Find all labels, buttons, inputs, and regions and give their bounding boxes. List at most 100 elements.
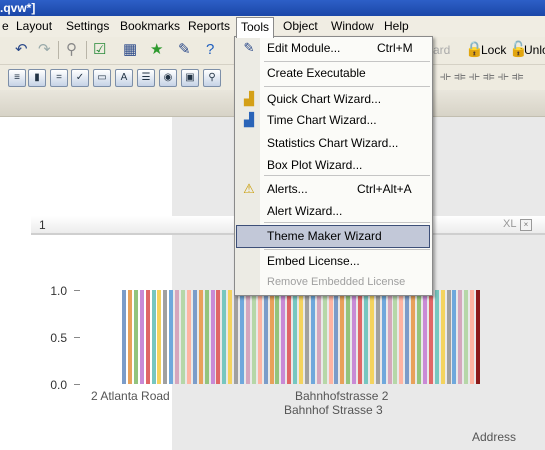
y-tick-label: 1.0 xyxy=(50,284,67,298)
chart-bar[interactable] xyxy=(257,290,262,384)
chart-bar[interactable] xyxy=(452,290,457,384)
menu-separator xyxy=(264,86,430,87)
x-tick-label: Bahnhof Strasse 3 xyxy=(284,403,383,417)
menu-separator xyxy=(264,175,430,176)
chart-bar[interactable] xyxy=(287,290,292,384)
menu-item-remove-embedded-license: Remove Embedded License xyxy=(236,273,431,294)
menu-separator xyxy=(264,222,430,223)
chart-bar[interactable] xyxy=(470,290,475,384)
chart-bar[interactable] xyxy=(198,290,203,384)
chart-bar[interactable] xyxy=(157,290,162,384)
menu-item-create-executable[interactable]: Create Executable xyxy=(236,63,431,84)
chart-bar[interactable] xyxy=(352,290,357,384)
chart-bar[interactable] xyxy=(334,290,339,384)
menu-item-shortcut: Ctrl+M xyxy=(377,41,413,55)
chart-bar[interactable] xyxy=(127,290,132,384)
chart-bar[interactable] xyxy=(375,290,380,384)
y-tick-label: 0.0 xyxy=(50,378,67,392)
chart-bar[interactable] xyxy=(281,290,286,384)
chart-bar[interactable] xyxy=(328,290,333,384)
chart-bar[interactable] xyxy=(216,290,221,384)
chart-bar[interactable] xyxy=(251,290,256,384)
chart-bar[interactable] xyxy=(434,290,439,384)
menu-item-label: Create Executable xyxy=(267,66,366,80)
menu-item-label: Quick Chart Wizard... xyxy=(267,92,382,106)
chart-bar[interactable] xyxy=(204,290,209,384)
chart-bar[interactable] xyxy=(417,290,421,384)
menu-separator xyxy=(264,249,430,250)
quick-chart-icon: ▟ xyxy=(244,91,254,106)
chart-bar[interactable] xyxy=(275,290,280,384)
chart-bar[interactable] xyxy=(263,290,268,384)
chart-bar[interactable] xyxy=(405,290,410,384)
y-tick-label: 0.5 xyxy=(50,331,67,345)
chart-bar[interactable] xyxy=(464,290,469,384)
chart-bar[interactable] xyxy=(476,290,480,384)
chart-bar[interactable] xyxy=(240,290,244,384)
chart-bar[interactable] xyxy=(269,290,274,384)
chart-bar[interactable] xyxy=(381,290,386,384)
menu-separator xyxy=(264,61,430,62)
chart-bar[interactable] xyxy=(139,290,144,384)
chart-bar[interactable] xyxy=(310,290,315,384)
menu-item-alerts[interactable]: ⚠ Alerts... Ctrl+Alt+A xyxy=(236,179,431,200)
chart-bar[interactable] xyxy=(387,290,392,384)
chart-bar[interactable] xyxy=(175,290,180,384)
chart-bar[interactable] xyxy=(363,290,368,384)
chart-bar[interactable] xyxy=(169,290,174,384)
chart-bar[interactable] xyxy=(316,290,321,384)
menu-item-box-plot-wizard[interactable]: Box Plot Wizard... xyxy=(236,155,431,176)
menu-item-embed-license[interactable]: Embed License... xyxy=(236,251,431,272)
menu-item-alert-wizard[interactable]: Alert Wizard... xyxy=(236,201,431,222)
menu-item-label: Remove Embedded License xyxy=(267,276,406,288)
menu-item-theme-maker-wizard[interactable]: Theme Maker Wizard xyxy=(236,225,430,248)
menu-item-statistics-chart-wizard[interactable]: Statistics Chart Wizard... xyxy=(236,133,431,154)
menu-item-quick-chart-wizard[interactable]: ▟ Quick Chart Wizard... xyxy=(236,89,431,110)
chart-bar[interactable] xyxy=(133,290,138,384)
chart-bar[interactable] xyxy=(422,290,427,384)
y-tick-mark xyxy=(74,337,80,338)
chart-bar[interactable] xyxy=(210,290,215,384)
menu-item-label: Edit Module... xyxy=(267,41,341,55)
menu-item-shortcut: Ctrl+Alt+A xyxy=(357,182,412,196)
chart-bar[interactable] xyxy=(411,290,416,384)
x-axis-title: Address xyxy=(472,430,517,444)
chart-bar[interactable] xyxy=(186,290,191,384)
chart-bar[interactable] xyxy=(369,290,374,384)
chart-bar[interactable] xyxy=(192,290,197,384)
chart-bar[interactable] xyxy=(122,290,126,384)
chart-bar[interactable] xyxy=(234,290,239,384)
chart-bar[interactable] xyxy=(440,290,445,384)
chart-bar[interactable] xyxy=(399,290,404,384)
chart-bar[interactable] xyxy=(151,290,156,384)
chart-bar[interactable] xyxy=(145,290,150,384)
y-tick-mark xyxy=(74,290,80,291)
menu-tools[interactable]: Tools xyxy=(236,17,275,38)
chart-bar[interactable] xyxy=(446,290,451,384)
time-chart-icon: ▟ xyxy=(244,112,254,127)
menu-item-label: Theme Maker Wizard xyxy=(267,229,382,243)
chart-bar[interactable] xyxy=(181,290,185,384)
menu-item-time-chart-wizard[interactable]: ▟ Time Chart Wizard... xyxy=(236,110,431,131)
menu-item-label: Time Chart Wizard... xyxy=(267,113,377,127)
chart-bar[interactable] xyxy=(393,290,398,384)
chart-bar[interactable] xyxy=(245,290,250,384)
menu-item-label: Statistics Chart Wizard... xyxy=(267,136,399,150)
y-tick-mark xyxy=(74,384,80,385)
chart-bar[interactable] xyxy=(293,290,298,384)
menu-item-edit-module[interactable]: ✎ Edit Module... Ctrl+M xyxy=(236,38,431,59)
alerts-icon: ⚠ xyxy=(243,181,255,196)
chart-bar[interactable] xyxy=(358,290,362,384)
chart-bar[interactable] xyxy=(458,290,463,384)
chart-bar[interactable] xyxy=(304,290,309,384)
chart-bar[interactable] xyxy=(340,290,345,384)
menu-item-label: Embed License... xyxy=(267,254,360,268)
edit-module-icon: ✎ xyxy=(243,40,255,55)
chart-bar[interactable] xyxy=(163,290,168,384)
chart-bar[interactable] xyxy=(222,290,227,384)
chart-bar[interactable] xyxy=(322,290,327,384)
chart-bar[interactable] xyxy=(428,290,433,384)
chart-bar[interactable] xyxy=(346,290,351,384)
chart-bar[interactable] xyxy=(228,290,233,384)
chart-bar[interactable] xyxy=(299,290,303,384)
